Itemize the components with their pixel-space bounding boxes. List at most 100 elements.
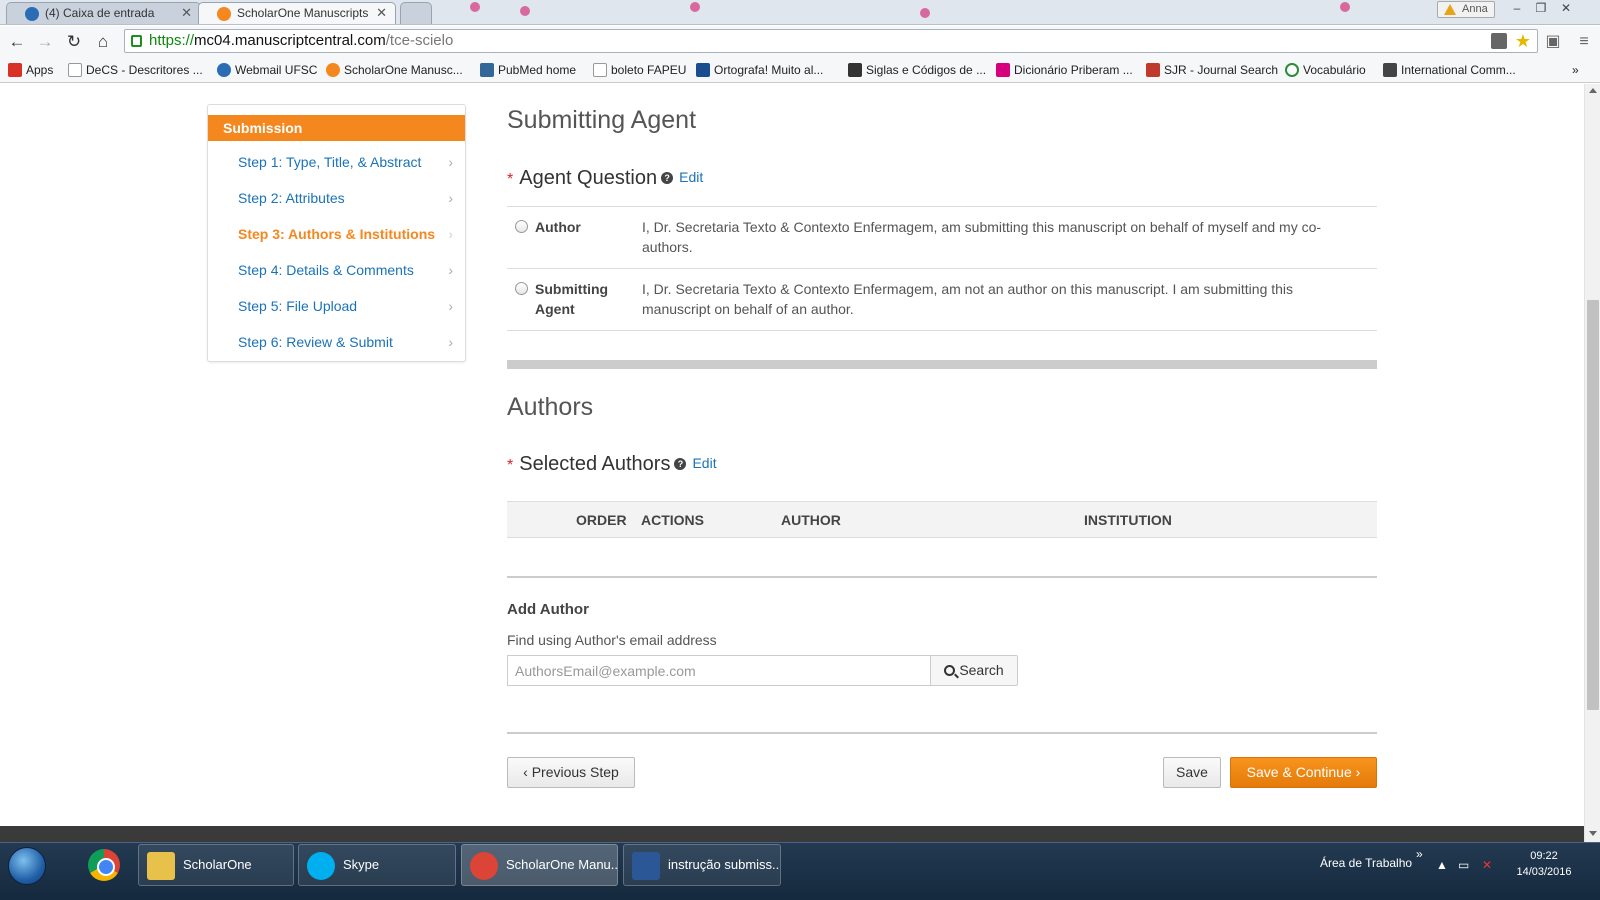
bookmark-webmail-ufsc[interactable]: Webmail UFSC bbox=[217, 62, 317, 79]
forward-arrow-icon[interactable]: → bbox=[34, 31, 56, 53]
scholarone-icon bbox=[326, 63, 340, 77]
priberam-icon bbox=[996, 63, 1010, 77]
theme-flower-decoration bbox=[470, 2, 480, 12]
save-button[interactable]: Save bbox=[1163, 757, 1221, 788]
bookmark-vocabulario[interactable]: Vocabulário bbox=[1285, 62, 1366, 79]
tray-overflow-icon[interactable]: » bbox=[1416, 847, 1423, 861]
selected-authors-edit-link[interactable]: Edit bbox=[692, 455, 716, 471]
reload-icon[interactable]: ↻ bbox=[63, 31, 85, 53]
back-arrow-icon[interactable]: ← bbox=[6, 31, 28, 53]
bookmark-international[interactable]: International Comm... bbox=[1383, 62, 1516, 79]
bookmark-ortografa[interactable]: Ortografa! Muito al... bbox=[696, 62, 823, 79]
sidebar-step-6[interactable]: Step 6: Review & Submit › bbox=[208, 324, 465, 360]
bookmarks-overflow-icon[interactable]: » bbox=[1572, 62, 1579, 79]
url-host: mc04.manuscriptcentral.com bbox=[194, 32, 386, 49]
network-icon[interactable]: ▭ bbox=[1458, 858, 1469, 872]
page-content: Submission Step 1: Type, Title, & Abstra… bbox=[0, 84, 1584, 826]
bookmark-priberam[interactable]: Dicionário Priberam ... bbox=[996, 62, 1133, 79]
agent-option-submitting-agent: Submitting Agent I, Dr. Secretaria Texto… bbox=[507, 269, 1377, 331]
translate-icon[interactable] bbox=[1491, 33, 1507, 49]
chrome-icon[interactable] bbox=[88, 849, 120, 881]
submitting-agent-radio[interactable] bbox=[515, 282, 528, 295]
bookmark-star-icon[interactable]: ★ bbox=[1515, 30, 1531, 52]
restore-icon[interactable]: ❐ bbox=[1530, 1, 1552, 17]
sidebar-step-1[interactable]: Step 1: Type, Title, & Abstract › bbox=[208, 144, 465, 180]
step-label: Step 6: Review & Submit bbox=[238, 334, 393, 350]
section-divider bbox=[507, 360, 1377, 369]
help-icon[interactable]: ? bbox=[674, 458, 687, 470]
taskbar-item-chrome-scholarone[interactable]: ScholarOne Manu... bbox=[461, 844, 618, 886]
step-label: Step 4: Details & Comments bbox=[238, 262, 414, 278]
agent-question-edit-link[interactable]: Edit bbox=[679, 169, 703, 185]
scroll-down-icon[interactable] bbox=[1589, 831, 1597, 836]
scrollbar-thumb[interactable] bbox=[1587, 300, 1599, 710]
bookmark-label: PubMed home bbox=[498, 63, 577, 77]
browser-tab-scholarone[interactable]: ScholarOne Manuscripts ✕ bbox=[198, 2, 396, 24]
taskbar-item-word[interactable]: instrução submiss... bbox=[623, 844, 781, 886]
word-icon bbox=[632, 852, 660, 880]
bookmark-sjr[interactable]: SJR - Journal Search bbox=[1146, 62, 1278, 79]
new-tab-button[interactable] bbox=[400, 2, 432, 24]
save-continue-button[interactable]: Save & Continue › bbox=[1230, 757, 1377, 788]
tab-label: (4) Caixa de entrada bbox=[45, 6, 155, 20]
minimize-icon[interactable]: – bbox=[1506, 1, 1528, 17]
sidebar-step-3[interactable]: Step 3: Authors & Institutions › bbox=[208, 216, 465, 252]
bookmark-label: Siglas e Códigos de ... bbox=[866, 63, 987, 77]
menu-icon[interactable]: ≡ bbox=[1575, 33, 1593, 51]
page-scrollbar[interactable] bbox=[1584, 84, 1600, 842]
profile-name: Anna bbox=[1462, 3, 1488, 15]
scroll-up-icon[interactable] bbox=[1589, 88, 1597, 93]
close-tab-icon[interactable]: ✕ bbox=[181, 5, 192, 21]
scholarone-icon bbox=[217, 7, 231, 21]
sidebar-step-5[interactable]: Step 5: File Upload › bbox=[208, 288, 465, 324]
sidebar-step-2[interactable]: Step 2: Attributes › bbox=[208, 180, 465, 216]
add-author-heading: Add Author bbox=[507, 601, 589, 618]
volume-muted-icon[interactable]: ✕ bbox=[1482, 858, 1492, 872]
close-window-icon[interactable]: ✕ bbox=[1555, 1, 1577, 17]
find-author-label: Find using Author's email address bbox=[507, 632, 717, 648]
home-icon[interactable]: ⌂ bbox=[92, 31, 114, 53]
taskbar-item-label: ScholarOne bbox=[183, 857, 252, 872]
bookmark-siglas[interactable]: Siglas e Códigos de ... bbox=[848, 62, 986, 79]
author-radio[interactable] bbox=[515, 220, 528, 233]
taskbar-item-skype[interactable]: Skype bbox=[298, 844, 456, 886]
help-icon[interactable]: ? bbox=[661, 172, 674, 184]
url-path: /tce-scielo bbox=[385, 32, 454, 49]
bookmark-apps[interactable]: Apps bbox=[8, 62, 53, 79]
divider bbox=[507, 576, 1377, 578]
option-description: I, Dr. Secretaria Texto & Contexto Enfer… bbox=[642, 281, 1294, 317]
taskbar-item-scholarone-folder[interactable]: ScholarOne bbox=[138, 844, 294, 886]
vocabulario-icon bbox=[1285, 63, 1299, 77]
theme-flower-decoration bbox=[920, 8, 930, 18]
browser-tab-inbox[interactable]: (4) Caixa de entrada ✕ bbox=[6, 2, 201, 24]
address-bar[interactable]: https://mc04.manuscriptcentral.com/tce-s… bbox=[124, 29, 1538, 53]
search-button-label: Search bbox=[959, 662, 1004, 678]
bookmark-label: SJR - Journal Search bbox=[1164, 63, 1279, 77]
author-email-input[interactable] bbox=[507, 655, 931, 686]
start-button[interactable] bbox=[8, 847, 46, 885]
search-button[interactable]: Search bbox=[930, 655, 1018, 686]
step-label: Step 5: File Upload bbox=[238, 298, 358, 314]
bookmark-decs[interactable]: DeCS - Descritores ... bbox=[68, 62, 203, 79]
browser-toolbar: ← → ↻ ⌂ https://mc04.manuscriptcentral.c… bbox=[0, 26, 1600, 58]
close-tab-icon[interactable]: ✕ bbox=[376, 5, 387, 21]
desktop-toolbar-label[interactable]: Área de Trabalho bbox=[1320, 856, 1412, 870]
page-footer bbox=[0, 826, 1584, 842]
windows-taskbar: ScholarOne Skype ScholarOne Manu... inst… bbox=[0, 842, 1600, 900]
sidebar-step-4[interactable]: Step 4: Details & Comments › bbox=[208, 252, 465, 288]
save-continue-label: Save & Continue bbox=[1246, 764, 1352, 780]
bookmark-label: DeCS - Descritores ... bbox=[86, 63, 203, 77]
required-asterisk: * bbox=[507, 171, 514, 188]
profile-button[interactable]: Anna bbox=[1437, 1, 1495, 18]
bookmark-pubmed[interactable]: PubMed home bbox=[480, 62, 576, 79]
bookmark-scholarone[interactable]: ScholarOne Manusc... bbox=[326, 62, 463, 79]
system-clock[interactable]: 09:22 14/03/2016 bbox=[1512, 848, 1576, 880]
previous-step-button[interactable]: ‹ Previous Step bbox=[507, 757, 635, 788]
page-icon bbox=[68, 63, 82, 77]
column-author: AUTHOR bbox=[781, 512, 841, 528]
ortografa-icon bbox=[696, 63, 710, 77]
bookmarks-bar: Apps DeCS - Descritores ... Webmail UFSC… bbox=[0, 58, 1600, 83]
extension-icon[interactable]: ▣ bbox=[1544, 33, 1562, 51]
show-hidden-icons-icon[interactable]: ▲ bbox=[1436, 858, 1448, 872]
bookmark-boleto-fapeu[interactable]: boleto FAPEU bbox=[593, 62, 686, 79]
